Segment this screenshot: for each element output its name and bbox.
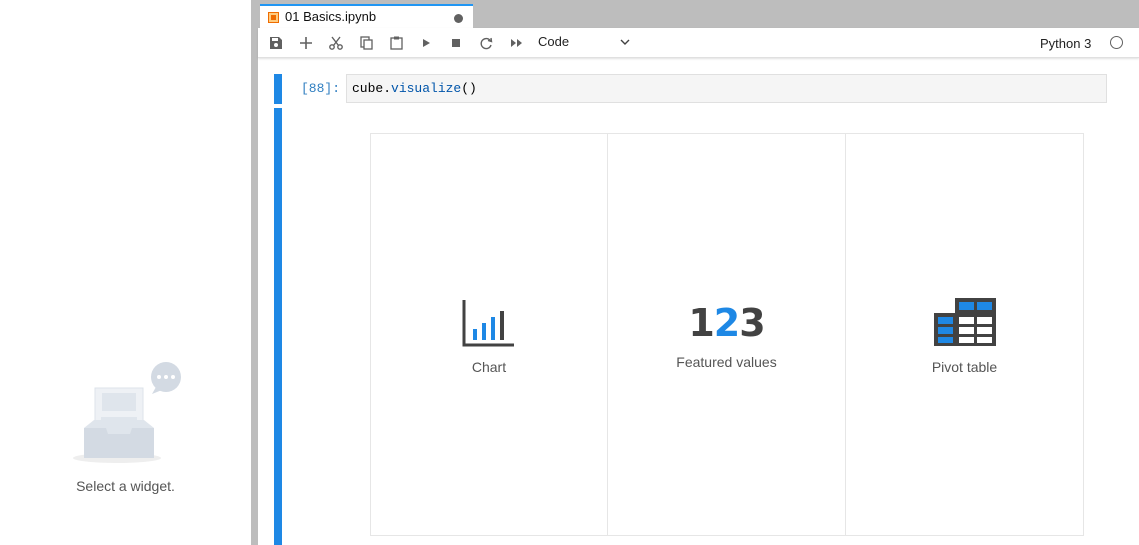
code-line: cube.visualize() — [352, 81, 477, 96]
cell-type-dropdown[interactable]: Code — [538, 34, 630, 52]
empty-state: Select a widget. — [0, 360, 251, 494]
digit-one: 1 — [688, 301, 714, 345]
digit-three: 3 — [739, 301, 765, 345]
kernel-status-icon — [1110, 36, 1123, 49]
save-button[interactable] — [268, 35, 284, 51]
copy-button[interactable] — [358, 35, 374, 51]
output-collapser[interactable] — [274, 108, 282, 545]
featured-values-label: Featured values — [676, 354, 777, 370]
cut-button[interactable] — [328, 35, 344, 51]
interrupt-button[interactable] — [448, 35, 464, 51]
pivot-table-option[interactable]: Pivot table — [846, 134, 1083, 535]
run-button[interactable] — [418, 35, 434, 51]
panel-splitter[interactable] — [251, 0, 258, 545]
tab-title: 01 Basics.ipynb — [285, 9, 377, 24]
pivot-table-icon — [933, 298, 996, 346]
cut-icon — [329, 36, 343, 50]
insert-cell-button[interactable] — [298, 35, 314, 51]
empty-state-message: Select a widget. — [76, 478, 175, 494]
chart-label: Chart — [471, 359, 507, 375]
copy-icon — [359, 36, 373, 50]
paste-button[interactable] — [388, 35, 404, 51]
code-object: cube. — [352, 81, 392, 96]
widget-sidebar: Select a widget. — [0, 0, 251, 545]
code-editor[interactable]: cube.visualize() — [346, 74, 1107, 103]
fast-forward-icon — [510, 39, 522, 47]
add-icon — [300, 37, 312, 49]
inbox-message-icon — [72, 362, 181, 463]
digit-two: 2 — [713, 301, 740, 345]
cell-type-value: Code — [538, 34, 570, 49]
restart-run-all-button[interactable] — [508, 35, 524, 51]
stop-icon — [452, 39, 460, 47]
tab-bar: 01 Basics.ipynb — [258, 0, 1139, 29]
save-icon — [270, 37, 282, 49]
kernel-name[interactable]: Python 3 — [1040, 36, 1091, 51]
chart-icon — [462, 300, 514, 347]
featured-values-option[interactable]: 123 Featured values — [608, 134, 846, 535]
widget-type-picker: Chart 123 Featured values Pivot table — [370, 133, 1084, 536]
tab-notebook[interactable]: 01 Basics.ipynb — [260, 4, 473, 29]
code-function: visualize — [391, 81, 462, 96]
paste-icon — [389, 36, 403, 50]
unsaved-indicator-icon[interactable] — [454, 14, 463, 23]
restart-icon — [480, 37, 492, 49]
code-cell[interactable]: [88]: cube.visualize() — [274, 74, 1107, 104]
pivot-table-label: Pivot table — [931, 359, 998, 375]
restart-button[interactable] — [478, 35, 494, 51]
notebook-icon — [268, 12, 279, 23]
run-icon — [423, 39, 430, 47]
featured-values-icon: 123 — [688, 298, 765, 348]
chart-option[interactable]: Chart — [371, 134, 608, 535]
code-args: () — [461, 81, 477, 96]
notebook-panel: 01 Basics.ipynb Code Python 3 [88]: cube… — [258, 0, 1139, 545]
cell-prompt: [88]: — [301, 81, 341, 96]
cell-collapser[interactable] — [274, 74, 282, 104]
chevron-down-icon — [620, 39, 630, 45]
notebook-toolbar: Code Python 3 — [258, 28, 1139, 58]
